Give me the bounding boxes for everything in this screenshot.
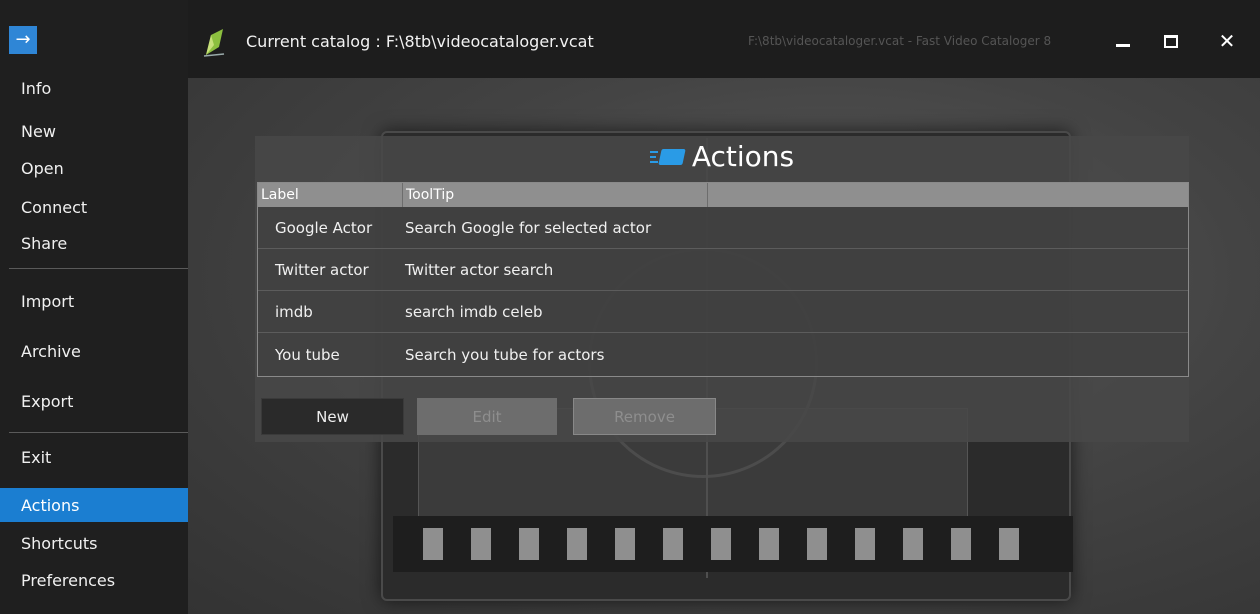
column-header-filler (708, 183, 1188, 207)
nav-separator (9, 432, 188, 433)
film-hole (951, 528, 971, 560)
actions-panel: Actions Label ToolTip Google Actor Searc… (255, 136, 1189, 442)
film-hole (999, 528, 1019, 560)
nav-import[interactable]: Import (0, 284, 188, 318)
back-arrow-button[interactable]: → (9, 26, 37, 54)
sidebar: → Info New Open Connect Share Import Arc… (0, 0, 188, 614)
table-row[interactable]: imdb search imdb celeb (258, 292, 1188, 333)
nav-shortcuts[interactable]: Shortcuts (0, 526, 188, 560)
window-title: F:\8tb\videocataloger.vcat - Fast Video … (748, 34, 1052, 48)
minimize-icon (1116, 43, 1130, 47)
app-logo-icon (203, 29, 225, 57)
column-header-label[interactable]: Label (258, 183, 403, 207)
actions-heading: Actions (255, 140, 1189, 173)
film-hole (903, 528, 923, 560)
film-hole (615, 528, 635, 560)
nav-new[interactable]: New (0, 114, 188, 148)
film-hole (471, 528, 491, 560)
table-row[interactable]: Google Actor Search Google for selected … (258, 208, 1188, 249)
maximize-button[interactable] (1154, 26, 1188, 56)
nav-connect[interactable]: Connect (0, 190, 188, 224)
nav-share[interactable]: Share (0, 226, 188, 260)
back-arrow-icon: → (15, 29, 31, 50)
film-strip (393, 516, 1073, 572)
row-label: Google Actor (275, 219, 373, 237)
table-row[interactable]: Twitter actor Twitter actor search (258, 250, 1188, 291)
nav-exit[interactable]: Exit (0, 440, 188, 474)
new-action-button[interactable]: New (261, 398, 404, 435)
row-label: You tube (275, 345, 340, 364)
film-hole (711, 528, 731, 560)
film-hole (663, 528, 683, 560)
actions-table: Label ToolTip Google Actor Search Google… (257, 182, 1189, 377)
nav-separator (9, 268, 188, 269)
title-bar: Current catalog : F:\8tb\videocataloger.… (188, 0, 1260, 78)
column-header-tooltip[interactable]: ToolTip (403, 183, 708, 207)
nav-archive[interactable]: Archive (0, 334, 188, 368)
row-label: imdb (275, 303, 313, 321)
film-hole (759, 528, 779, 560)
minimize-button[interactable] (1106, 26, 1140, 56)
close-icon: ✕ (1218, 29, 1236, 53)
nav-preferences[interactable]: Preferences (0, 563, 188, 597)
close-button[interactable]: ✕ (1210, 26, 1244, 56)
main-area: Current catalog : F:\8tb\videocataloger.… (188, 0, 1260, 614)
film-hole (807, 528, 827, 560)
film-hole (855, 528, 875, 560)
table-header: Label ToolTip (258, 183, 1188, 207)
row-tooltip: Twitter actor search (405, 261, 554, 279)
table-row[interactable]: You tube Search you tube for actors (258, 334, 1188, 375)
nav-open[interactable]: Open (0, 151, 188, 185)
row-label: Twitter actor (275, 261, 369, 279)
film-hole (519, 528, 539, 560)
actions-icon (649, 146, 686, 168)
edit-action-button[interactable]: Edit (417, 398, 557, 435)
nav-actions[interactable]: Actions (0, 488, 188, 522)
row-tooltip: search imdb celeb (405, 303, 543, 321)
maximize-icon (1164, 34, 1178, 48)
remove-action-button[interactable]: Remove (573, 398, 716, 435)
row-tooltip: Search Google for selected actor (405, 219, 652, 237)
nav-export[interactable]: Export (0, 384, 188, 418)
current-catalog-title: Current catalog : F:\8tb\videocataloger.… (246, 32, 594, 51)
nav-info[interactable]: Info (0, 71, 188, 105)
film-hole (423, 528, 443, 560)
row-tooltip: Search you tube for actors (405, 345, 605, 364)
actions-title: Actions (691, 140, 795, 173)
film-hole (567, 528, 587, 560)
